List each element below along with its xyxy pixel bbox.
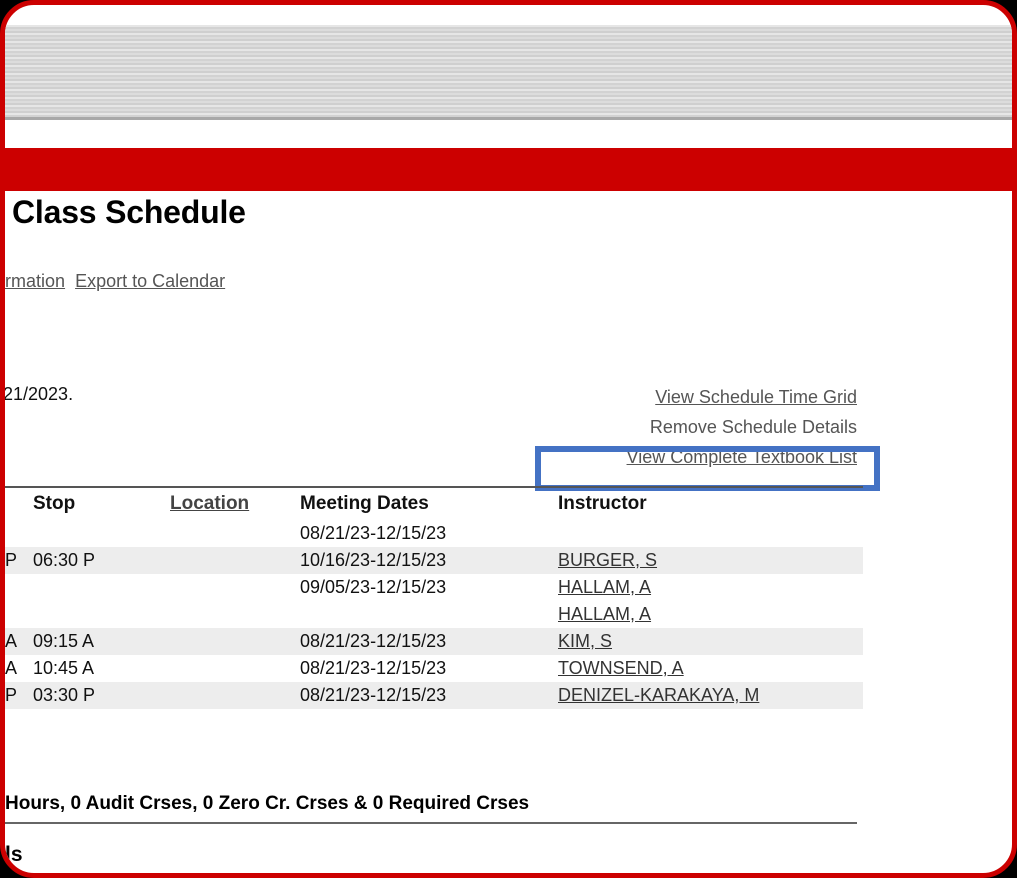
term-date-note: 21/2023. [3, 384, 74, 404]
column-header-stop: Stop [33, 486, 170, 520]
table-row: 09/05/23-12/15/23 HALLAM, A [5, 574, 863, 601]
credit-hours-summary: Hours, 0 Audit Crses, 0 Zero Cr. Crses &… [5, 793, 857, 824]
table-row: P 03:30 P 08/21/23-12/15/23 DENIZEL-KARA… [5, 682, 863, 709]
cell-meeting-dates: 08/21/23-12/15/23 [300, 628, 558, 655]
cell-location [170, 682, 300, 709]
nav-link-row: tment Information Export to Calendar [5, 271, 235, 292]
link-view-schedule-time-grid[interactable]: View Schedule Time Grid [305, 382, 857, 412]
nav-link-payment-information[interactable]: tment Information [5, 271, 65, 291]
link-remove-schedule-details[interactable]: Remove Schedule Details [305, 412, 857, 442]
cell-ampm [5, 574, 33, 601]
red-accent-band [5, 148, 1012, 191]
cell-stop [33, 520, 170, 547]
table-row: HALLAM, A [5, 601, 863, 628]
cell-meeting-dates: 10/16/23-12/15/23 [300, 547, 558, 574]
cell-instructor: HALLAM, A [558, 601, 863, 628]
instructor-link[interactable]: HALLAM, A [558, 604, 651, 624]
cell-ampm [5, 520, 33, 547]
cell-instructor: DENIZEL-KARAKAYA, M [558, 682, 863, 709]
column-header-location-link[interactable]: Location [170, 493, 249, 514]
cell-stop: 06:30 P [33, 547, 170, 574]
cell-meeting-dates: 09/05/23-12/15/23 [300, 577, 447, 597]
cell-location [170, 547, 300, 574]
cell-meeting-dates: 08/21/23-12/15/23 [300, 523, 447, 543]
cell-ampm: A [5, 658, 18, 678]
cell-instructor [558, 520, 863, 547]
column-header-instructor: Instructor [558, 486, 863, 520]
browser-window-frame: Class Schedule tment Information Export t… [0, 0, 1017, 878]
instructor-link[interactable]: KIM, S [558, 631, 612, 651]
cell-stop: 03:30 P [33, 682, 170, 709]
cell-ampm: A [5, 628, 33, 655]
cell-location [170, 520, 300, 547]
cell-ampm [5, 601, 33, 628]
cell-instructor: HALLAM, A [558, 574, 863, 601]
cell-stop: 09:15 A [33, 628, 170, 655]
cell-meeting-dates [300, 601, 558, 628]
cell-instructor: KIM, S [558, 628, 863, 655]
cell-location [170, 574, 300, 601]
cell-ampm: P [5, 682, 33, 709]
cell-location [170, 655, 300, 682]
instructor-link[interactable]: DENIZEL-KARAKAYA, M [558, 685, 759, 705]
column-header-meeting-dates: Meeting Dates [300, 486, 558, 520]
instructor-link[interactable]: TOWNSEND, A [558, 658, 684, 678]
cell-meeting-dates: 08/21/23-12/15/23 [300, 682, 558, 709]
nav-link-export-to-calendar[interactable]: Export to Calendar [75, 271, 225, 291]
cell-instructor: BURGER, S [558, 547, 863, 574]
action-link-list: View Schedule Time Grid Remove Schedule … [305, 382, 857, 472]
page-title: Class Schedule [12, 194, 246, 230]
cell-ampm: P [5, 547, 33, 574]
table-body: 08/21/23-12/15/23 P 06:30 P 10/16/23-12/… [5, 520, 863, 709]
instructor-link[interactable]: HALLAM, A [558, 577, 651, 597]
table-row: 08/21/23-12/15/23 [5, 520, 863, 547]
cell-location [170, 628, 300, 655]
cell-meeting-dates: 08/21/23-12/15/23 [300, 658, 447, 678]
site-masthead-banner [5, 25, 1012, 120]
link-view-complete-textbook-list[interactable]: View Complete Textbook List [305, 442, 857, 472]
footer-tail-text: ls [5, 843, 23, 866]
column-header-location: Location [170, 486, 300, 520]
cell-stop: 10:45 A [33, 658, 95, 678]
column-header-ampm [5, 486, 33, 520]
instructor-link[interactable]: BURGER, S [558, 550, 657, 570]
cell-instructor: TOWNSEND, A [558, 655, 863, 682]
cell-stop [33, 574, 170, 601]
table-row: A 09:15 A 08/21/23-12/15/23 KIM, S [5, 628, 863, 655]
cell-location [170, 601, 300, 628]
table-row: A 10:45 A 08/21/23-12/15/23 TOWNSEND, A [5, 655, 863, 682]
class-schedule-table: Stop Location Meeting Dates Instructor 0… [5, 486, 863, 709]
table-header-row: Stop Location Meeting Dates Instructor [5, 486, 863, 520]
table-row: P 06:30 P 10/16/23-12/15/23 BURGER, S [5, 547, 863, 574]
cell-stop [33, 601, 170, 628]
